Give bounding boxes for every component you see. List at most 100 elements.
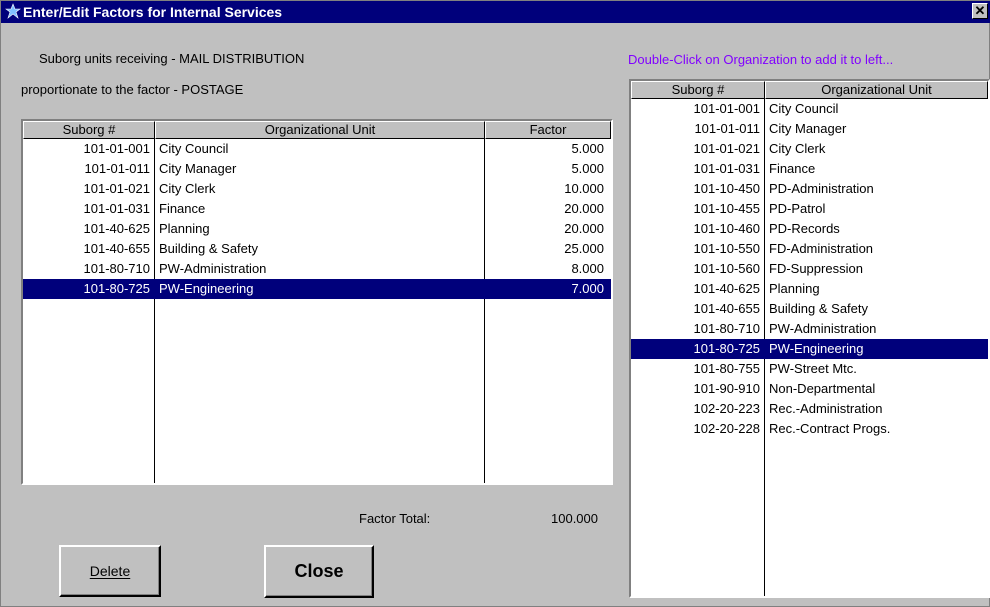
cell-suborg: 101-90-910	[693, 381, 761, 396]
cell-suborg: 101-01-001	[83, 141, 151, 156]
cell-suborg: 101-80-725	[693, 341, 761, 356]
cell-suborg: 101-10-455	[693, 201, 761, 216]
table-row[interactable]: 101-01-031 Finance	[631, 159, 988, 179]
col-header-suborg[interactable]: Suborg #	[631, 81, 765, 99]
close-icon[interactable]: ✕	[972, 3, 988, 19]
cell-org-unit: PW-Street Mtc.	[769, 361, 857, 376]
table-row[interactable]: 101-80-755 PW-Street Mtc.	[631, 359, 988, 379]
cell-suborg: 101-01-031	[693, 161, 761, 176]
col-header-suborg[interactable]: Suborg #	[23, 121, 155, 139]
cell-org-unit: PW-Engineering	[159, 281, 254, 296]
cell-org-unit: City Manager	[769, 121, 847, 136]
col-header-org-unit[interactable]: Organizational Unit	[765, 81, 988, 99]
table-row[interactable]: 101-80-710 PW-Administration	[631, 319, 988, 339]
cell-org-unit: Rec.-Administration	[769, 401, 883, 416]
info-line-2: proportionate to the factor - POSTAGE	[21, 82, 244, 97]
cell-suborg: 101-40-655	[693, 301, 761, 316]
table-row[interactable]: 101-01-011 City Manager 5.000	[23, 159, 611, 179]
cell-factor: 5.000	[571, 141, 604, 156]
cell-org-unit: Finance	[159, 201, 206, 216]
cell-suborg: 101-10-450	[693, 181, 761, 196]
cell-suborg: 101-10-550	[693, 241, 761, 256]
factor-total-label: Factor Total:	[359, 511, 431, 526]
col-header-factor[interactable]: Factor	[485, 121, 611, 139]
table-row[interactable]: 101-40-625 Planning	[631, 279, 988, 299]
table-row[interactable]: 101-10-460 PD-Records	[631, 219, 988, 239]
cell-org-unit: City Council	[159, 141, 229, 156]
cell-org-unit: PW-Administration	[769, 321, 877, 336]
cell-factor: 25.000	[564, 241, 604, 256]
table-row[interactable]: 101-10-455 PD-Patrol	[631, 199, 988, 219]
cell-suborg: 101-40-655	[83, 241, 151, 256]
cell-suborg: 101-40-625	[83, 221, 151, 236]
cell-org-unit: PW-Administration	[159, 261, 267, 276]
table-row[interactable]: 101-01-001 City Council	[631, 99, 988, 119]
cell-org-unit: PD-Administration	[769, 181, 874, 196]
cell-org-unit: Rec.-Contract Progs.	[769, 421, 891, 436]
cell-suborg: 101-80-755	[693, 361, 761, 376]
cell-suborg: 101-01-031	[83, 201, 151, 216]
cell-org-unit: Finance	[769, 161, 816, 176]
table-row[interactable]: 101-10-450 PD-Administration	[631, 179, 988, 199]
table-row[interactable]: 101-90-910 Non-Departmental	[631, 379, 988, 399]
cell-factor: 7.000	[571, 281, 604, 296]
cell-suborg: 101-01-011	[694, 121, 760, 136]
hint-text: Double-Click on Organization to add it t…	[628, 52, 894, 67]
cell-org-unit: City Manager	[159, 161, 237, 176]
table-row[interactable]: 101-01-021 City Clerk	[631, 139, 988, 159]
close-button[interactable]: Close	[264, 545, 374, 598]
cell-org-unit: PW-Engineering	[769, 341, 864, 356]
table-row[interactable]: 101-40-655 Building & Safety 25.000	[23, 239, 611, 259]
cell-org-unit: FD-Administration	[769, 241, 874, 256]
table-row[interactable]: 102-20-223 Rec.-Administration	[631, 399, 988, 419]
table-row[interactable]: 101-40-625 Planning 20.000	[23, 219, 611, 239]
cell-org-unit: City Clerk	[769, 141, 826, 156]
cell-suborg: 101-80-725	[83, 281, 151, 296]
table-row[interactable]: 101-01-011 City Manager	[631, 119, 988, 139]
cell-suborg: 101-10-460	[693, 221, 761, 236]
table-row[interactable]: 101-10-560 FD-Suppression	[631, 259, 988, 279]
available-units-list[interactable]: Suborg # Organizational Unit 101-01-001 C…	[629, 79, 990, 598]
assigned-rows: 101-01-001 City Council 5.000 101-01-011 Cit…	[23, 139, 611, 299]
cell-factor: 20.000	[564, 201, 604, 216]
title-bar[interactable]: Enter/Edit Factors for Internal Services…	[1, 1, 990, 23]
cell-suborg: 101-80-710	[693, 321, 761, 336]
table-row[interactable]: 101-01-031 Finance 20.000	[23, 199, 611, 219]
assigned-units-list[interactable]: Suborg # Organizational Unit Factor 101-…	[21, 119, 613, 485]
cell-org-unit: FD-Suppression	[769, 261, 863, 276]
close-button-label: Close	[294, 561, 344, 581]
table-row[interactable]: 101-40-655 Building & Safety	[631, 299, 988, 319]
cell-suborg: 101-40-625	[693, 281, 761, 296]
cell-suborg: 102-20-228	[693, 421, 761, 436]
table-row[interactable]: 101-01-001 City Council 5.000	[23, 139, 611, 159]
factors-dialog: Enter/Edit Factors for Internal Services…	[0, 0, 990, 607]
cell-org-unit: Planning	[769, 281, 820, 296]
cell-org-unit: Building & Safety	[159, 241, 259, 256]
table-row[interactable]: 102-20-228 Rec.-Contract Progs.	[631, 419, 988, 439]
table-row[interactable]: 101-10-550 FD-Administration	[631, 239, 988, 259]
factor-total-value: 100.000	[551, 511, 598, 526]
star-figure-icon	[5, 3, 21, 19]
delete-button[interactable]: Delete	[59, 545, 161, 597]
cell-factor: 5.000	[571, 161, 604, 176]
table-row[interactable]: 101-01-021 City Clerk 10.000	[23, 179, 611, 199]
cell-org-unit: Planning	[159, 221, 210, 236]
table-row[interactable]: 101-80-725 PW-Engineering 7.000	[23, 279, 611, 299]
table-row[interactable]: 101-80-725 PW-Engineering	[631, 339, 988, 359]
cell-org-unit: Non-Departmental	[769, 381, 876, 396]
cell-suborg: 101-01-021	[83, 181, 151, 196]
cell-org-unit: PD-Records	[769, 221, 840, 236]
col-header-org-unit[interactable]: Organizational Unit	[155, 121, 485, 139]
info-line-1: Suborg units receiving - MAIL DISTRIBUTI…	[39, 51, 305, 66]
cell-factor: 10.000	[564, 181, 604, 196]
cell-suborg: 101-80-710	[83, 261, 151, 276]
cell-suborg: 101-01-011	[84, 161, 150, 176]
available-rows: 101-01-001 City Council 101-01-011 City Man…	[631, 99, 988, 439]
cell-suborg: 101-01-001	[693, 101, 761, 116]
cell-org-unit: Building & Safety	[769, 301, 869, 316]
window-title: Enter/Edit Factors for Internal Services	[23, 4, 283, 20]
cell-org-unit: City Council	[769, 101, 839, 116]
cell-suborg: 102-20-223	[693, 401, 761, 416]
cell-factor: 8.000	[571, 261, 604, 276]
table-row[interactable]: 101-80-710 PW-Administration 8.000	[23, 259, 611, 279]
